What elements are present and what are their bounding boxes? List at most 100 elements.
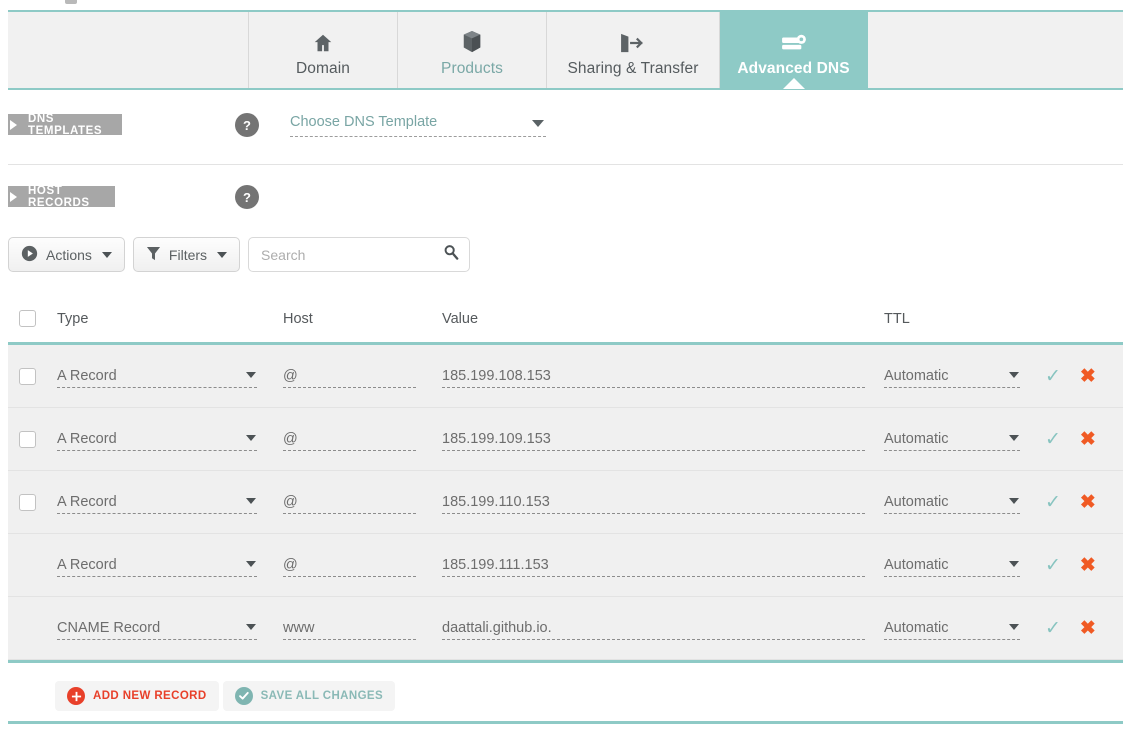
dns-templates-help-icon[interactable]: ?: [235, 113, 259, 137]
tab-advanced-dns-label: Advanced DNS: [737, 60, 850, 77]
domain-tab-bar: Domain Products Sharing & Transfer Advan…: [8, 10, 1123, 90]
record-ttl-value: Automatic: [884, 556, 949, 573]
table-row: A Record @ 185.199.111.153 Automatic ✓ ✖: [8, 534, 1123, 597]
record-host-input[interactable]: @: [283, 427, 416, 451]
record-type-value: A Record: [57, 367, 117, 384]
record-ttl-select[interactable]: Automatic: [884, 553, 1020, 577]
home-icon: [312, 26, 334, 54]
filters-button-label: Filters: [168, 246, 208, 263]
funnel-icon: [146, 245, 161, 265]
record-ttl-select[interactable]: Automatic: [884, 364, 1020, 388]
tab-bar-right-spacer: [868, 12, 1123, 88]
section-ribbon-dns-templates: DNS TEMPLATES: [8, 112, 122, 137]
search-icon[interactable]: [443, 244, 459, 265]
row-checkbox[interactable]: [19, 367, 36, 385]
records-toolbar: Actions Filters: [8, 237, 471, 272]
table-row: A Record @ 185.199.109.153 Automatic ✓ ✖: [8, 408, 1123, 471]
dns-templates-label: DNS TEMPLATES: [28, 112, 103, 137]
record-host-value: @: [283, 367, 298, 384]
record-value-input[interactable]: 185.199.109.153: [442, 427, 865, 451]
delete-record-icon[interactable]: ✖: [1080, 556, 1096, 575]
chevron-down-icon: [1009, 498, 1019, 504]
dns-template-select-value: Choose DNS Template: [290, 114, 438, 130]
actions-button[interactable]: Actions: [8, 237, 125, 272]
record-host-input[interactable]: www: [283, 616, 416, 640]
record-ttl-select[interactable]: Automatic: [884, 616, 1020, 640]
record-value-input[interactable]: 185.199.108.153: [442, 364, 865, 388]
record-type-value: A Record: [57, 430, 117, 447]
chevron-down-icon: [217, 251, 228, 258]
server-icon: [779, 26, 809, 54]
save-record-icon[interactable]: ✓: [1045, 430, 1061, 449]
delete-record-icon[interactable]: ✖: [1080, 493, 1096, 512]
record-value-value: 185.199.108.153: [442, 367, 551, 384]
chevron-down-icon: [1009, 624, 1019, 630]
table-header-row: Type Host Value TTL: [8, 295, 1123, 345]
record-type-select[interactable]: CNAME Record: [57, 616, 257, 640]
filters-button[interactable]: Filters: [132, 237, 241, 272]
add-new-record-button[interactable]: ADD NEW RECORD: [55, 681, 219, 711]
tab-advanced-dns[interactable]: Advanced DNS: [720, 12, 868, 89]
record-type-select[interactable]: A Record: [57, 553, 257, 577]
record-host-input[interactable]: @: [283, 553, 416, 577]
record-host-input[interactable]: @: [283, 364, 416, 388]
record-ttl-select[interactable]: Automatic: [884, 427, 1020, 451]
record-ttl-select[interactable]: Automatic: [884, 490, 1020, 514]
save-record-icon[interactable]: ✓: [1045, 367, 1061, 386]
search-input[interactable]: [261, 246, 444, 263]
record-ttl-value: Automatic: [884, 493, 949, 510]
chevron-down-icon: [246, 372, 256, 378]
record-value-input[interactable]: 185.199.110.153: [442, 490, 865, 514]
save-record-icon[interactable]: ✓: [1045, 493, 1061, 512]
row-select-cell: [8, 367, 57, 385]
box-icon: [461, 26, 483, 54]
chevron-down-icon: [246, 561, 256, 567]
chevron-down-icon: [246, 624, 256, 630]
tab-products[interactable]: Products: [398, 12, 547, 88]
actions-button-label: Actions: [46, 246, 92, 263]
save-record-icon[interactable]: ✓: [1045, 556, 1061, 575]
row-checkbox[interactable]: [19, 493, 36, 511]
table-row: A Record @ 185.199.110.153 Automatic ✓ ✖: [8, 471, 1123, 534]
tab-domain[interactable]: Domain: [249, 12, 398, 88]
column-header-type: Type: [57, 310, 89, 327]
delete-record-icon[interactable]: ✖: [1080, 619, 1096, 638]
active-tab-notch: [782, 78, 805, 89]
cutoff-element-above-tabs: [65, 0, 77, 4]
record-host-value: @: [283, 493, 298, 510]
row-checkbox[interactable]: [19, 430, 36, 448]
host-records-help-icon[interactable]: ?: [235, 185, 259, 209]
record-type-select[interactable]: A Record: [57, 427, 257, 451]
play-circle-icon: [21, 245, 38, 265]
host-records-table: Type Host Value TTL A Record @ 185.199.1…: [8, 295, 1123, 663]
transfer-icon: [618, 26, 648, 54]
record-type-select[interactable]: A Record: [57, 364, 257, 388]
chevron-down-icon: [246, 435, 256, 441]
select-all-checkbox[interactable]: [19, 310, 36, 327]
chevron-down-icon: [101, 251, 112, 258]
table-row: A Record @ 185.199.108.153 Automatic ✓ ✖: [8, 345, 1123, 408]
chevron-down-icon: [532, 120, 544, 127]
record-value-value: 185.199.109.153: [442, 430, 551, 447]
search-box[interactable]: [248, 237, 471, 272]
record-host-value: @: [283, 430, 298, 447]
save-record-icon[interactable]: ✓: [1045, 619, 1061, 638]
tab-sharing-transfer-label: Sharing & Transfer: [567, 60, 699, 77]
table-row: CNAME Record www daattali.github.io. Aut…: [8, 597, 1123, 660]
record-value-input[interactable]: daattali.github.io.: [442, 616, 865, 640]
record-host-input[interactable]: @: [283, 490, 416, 514]
chevron-down-icon: [1009, 561, 1019, 567]
delete-record-icon[interactable]: ✖: [1080, 430, 1096, 449]
delete-record-icon[interactable]: ✖: [1080, 367, 1096, 386]
save-all-changes-button[interactable]: SAVE ALL CHANGES: [222, 681, 396, 711]
tab-sharing-transfer[interactable]: Sharing & Transfer: [547, 12, 720, 88]
record-value-value: 185.199.111.153: [442, 556, 549, 573]
record-actions-bar: ADD NEW RECORD SAVE ALL CHANGES: [55, 681, 396, 711]
record-type-select[interactable]: A Record: [57, 490, 257, 514]
tab-domain-label: Domain: [295, 60, 350, 77]
record-value-input[interactable]: 185.199.111.153: [442, 553, 865, 577]
plus-circle-icon: [67, 687, 85, 705]
record-type-value: CNAME Record: [57, 619, 161, 636]
record-value-value: 185.199.110.153: [442, 493, 550, 510]
dns-template-select[interactable]: Choose DNS Template: [290, 113, 546, 137]
